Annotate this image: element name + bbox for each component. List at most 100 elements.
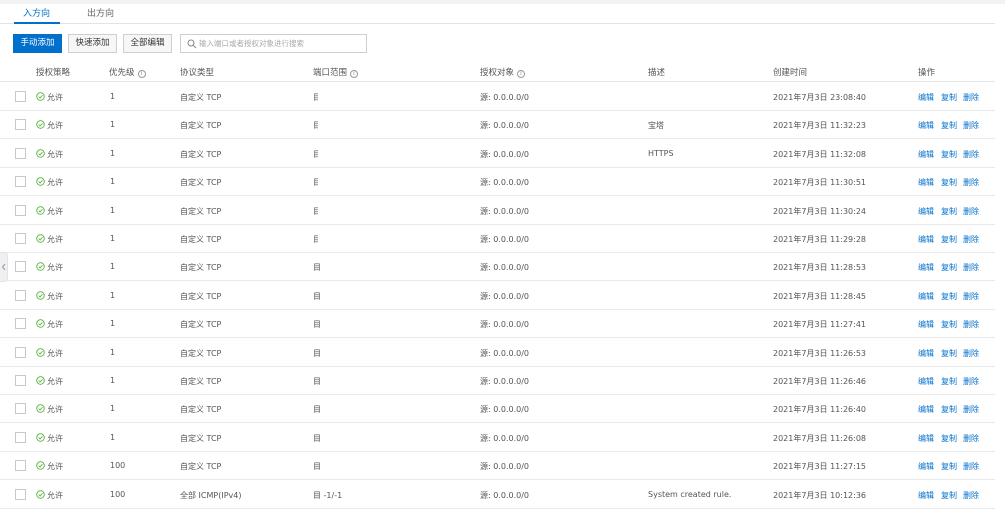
quick-add-button[interactable]: 快速添加 [68,34,117,53]
edit-link[interactable]: 编辑 [918,461,934,472]
edit-link[interactable]: 编辑 [918,433,934,444]
policy-value: 允许 [47,490,63,500]
row-checkbox[interactable] [15,346,26,358]
check-circle-icon [36,234,45,243]
priority-value: 1 [110,92,116,101]
delete-link[interactable]: 删除 [963,234,979,245]
copy-link[interactable]: 复制 [941,461,957,472]
row-checkbox[interactable] [15,403,26,415]
edit-link[interactable]: 编辑 [918,120,934,131]
edit-link[interactable]: 编辑 [918,234,934,245]
copy-link[interactable]: 复制 [941,348,957,359]
delete-link[interactable]: 删除 [963,262,979,273]
policy-value: 允许 [47,263,63,273]
info-icon[interactable]: i [517,70,526,78]
delete-link[interactable]: 删除 [963,206,979,217]
source-value: 源: 0.0.0.0/0 [480,121,530,131]
copy-link[interactable]: 复制 [941,319,957,330]
delete-link[interactable]: 删除 [963,348,979,359]
edit-link[interactable]: 编辑 [918,490,934,501]
table-row: 允许1自定义 TCP目 1源: 0.0.0.0/02021年7月3日 11:29… [0,225,995,253]
row-checkbox[interactable] [15,488,26,500]
check-circle-icon [36,120,45,130]
check-circle-icon [36,347,45,357]
row-checkbox[interactable] [15,289,26,301]
sidebar-collapse-handle[interactable] [0,252,8,282]
table-row: 允许1自定义 TCP目 79/6源: 0.0.0.0/02021年7月3日 11… [0,424,995,452]
row-checkbox[interactable] [15,431,26,443]
copy-link[interactable]: 复制 [941,120,957,131]
edit-link[interactable]: 编辑 [918,92,934,103]
row-checkbox[interactable] [15,176,26,188]
row-checkbox[interactable] [15,147,26,159]
header-port-label: 端口范围 [313,68,348,78]
check-circle-icon [36,92,45,101]
delete-link[interactable]: 删除 [963,291,979,302]
edit-link[interactable]: 编辑 [918,291,934,302]
delete-link[interactable]: 删除 [963,490,979,501]
edit-link[interactable]: 编辑 [918,149,934,160]
row-checkbox[interactable] [15,261,26,273]
protocol-value: 全部 ICMP(IPv4) [180,490,242,500]
edit-link[interactable]: 编辑 [918,319,934,330]
copy-link[interactable]: 复制 [941,376,957,387]
source-value: 源: 0.0.0.0/0 [480,178,530,188]
info-icon[interactable]: i [350,70,359,78]
delete-link[interactable]: 删除 [963,177,979,188]
copy-link[interactable]: 复制 [941,234,957,245]
source-value: 源: 0.0.0.0/0 [480,235,530,244]
redaction-mask [320,283,367,308]
edit-link[interactable]: 编辑 [918,348,934,359]
edit-link[interactable]: 编辑 [918,262,934,273]
policy-value: 允许 [47,178,63,188]
delete-link[interactable]: 删除 [963,376,979,387]
copy-link[interactable]: 复制 [941,92,957,103]
protocol-value: 自定义 TCP [180,405,222,415]
copy-link[interactable]: 复制 [941,404,957,415]
source-value: 源: 0.0.0.0/0 [480,206,530,216]
edit-all-button[interactable]: 全部编辑 [123,34,172,53]
copy-link[interactable]: 复制 [941,177,957,188]
source-value: 源: 0.0.0.0/0 [480,93,530,102]
search-input[interactable] [199,36,363,51]
delete-link[interactable]: 删除 [963,92,979,103]
table-row: 允许1自定义 TCP目 08源: 0.0.0.0/02021年7月3日 11:3… [0,168,995,197]
search-box[interactable] [180,34,367,53]
edit-link[interactable]: 编辑 [918,206,934,217]
check-circle-icon [36,291,45,300]
copy-link[interactable]: 复制 [941,149,957,160]
redaction-mask [322,454,369,479]
row-checkbox[interactable] [15,119,26,131]
check-circle-icon [36,319,45,328]
copy-link[interactable]: 复制 [941,291,957,302]
source-value: 源: 0.0.0.0/0 [480,149,530,159]
delete-link[interactable]: 删除 [963,149,979,160]
tab-outbound[interactable]: 出方向 [87,6,114,19]
tab-inbound[interactable]: 入方向 [23,6,50,19]
edit-link[interactable]: 编辑 [918,376,934,387]
row-checkbox[interactable] [15,460,26,472]
header-policy: 授权策略 [36,68,71,78]
manual-add-button[interactable]: 手动添加 [13,34,62,53]
edit-link[interactable]: 编辑 [918,404,934,415]
row-checkbox[interactable] [15,91,26,102]
delete-link[interactable]: 删除 [963,319,979,330]
row-checkbox[interactable] [15,204,26,216]
created-time-value: 2021年7月3日 23:08:40 [773,93,867,102]
source-value: 源: 0.0.0.0/0 [480,462,530,472]
row-checkbox[interactable] [15,375,26,386]
copy-link[interactable]: 复制 [941,433,957,444]
copy-link[interactable]: 复制 [941,206,957,217]
delete-link[interactable]: 删除 [963,120,979,131]
copy-link[interactable]: 复制 [941,262,957,273]
delete-link[interactable]: 删除 [963,461,979,472]
row-checkbox[interactable] [15,318,26,330]
info-icon[interactable]: i [137,70,146,78]
policy-value: 允许 [47,206,63,216]
protocol-value: 自定义 TCP [180,121,222,131]
row-checkbox[interactable] [15,233,26,244]
edit-link[interactable]: 编辑 [918,177,934,188]
delete-link[interactable]: 删除 [963,404,979,415]
delete-link[interactable]: 删除 [963,433,979,444]
copy-link[interactable]: 复制 [941,490,957,501]
